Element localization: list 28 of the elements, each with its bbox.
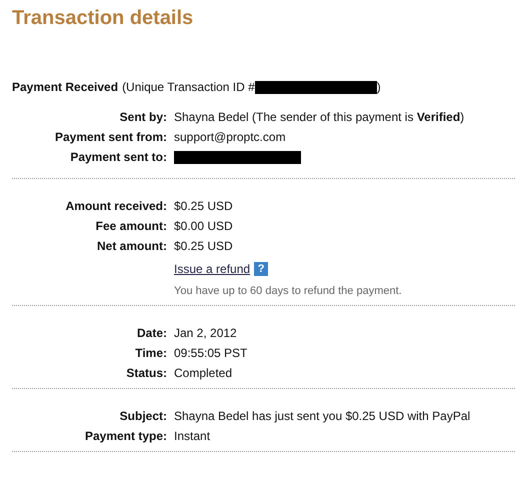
- field-value: Instant: [174, 429, 210, 443]
- field-value: support@proptc.com: [174, 130, 286, 144]
- field-value: Completed: [174, 366, 232, 380]
- field-label: Amount received:: [64, 199, 168, 213]
- field-value: 09:55:05 PST: [174, 346, 248, 360]
- field-value: Shayna Bedel has just sent you $0.25 USD with PayPal: [174, 409, 470, 423]
- payment-status-label: Payment Received: [12, 80, 118, 94]
- closing-parenthesis: ): [376, 80, 381, 94]
- refund-note: You have up to 60 days to refund the payment.: [174, 285, 403, 297]
- field-label: Net amount:: [96, 239, 168, 253]
- field-label: Subject:: [118, 409, 168, 423]
- help-icon[interactable]: ?: [254, 262, 268, 276]
- field-label: Payment type:: [84, 429, 168, 443]
- field-value: $0.25 USD: [174, 239, 233, 253]
- field-label: Payment sent from:: [54, 130, 168, 144]
- field-value: $0.25 USD: [174, 199, 233, 213]
- field-value: Jan 2, 2012: [174, 326, 237, 340]
- field-label: Payment sent to:: [69, 150, 168, 164]
- page-title: Transaction details: [12, 6, 194, 30]
- field-label: Date:: [136, 326, 168, 340]
- field-label: Status:: [125, 366, 168, 380]
- refund-link[interactable]: Issue a refund: [174, 262, 250, 276]
- field-label: Time:: [134, 346, 168, 360]
- field-label: Sent by:: [118, 110, 168, 124]
- field-value: $0.00 USD: [174, 219, 233, 233]
- field-label: Fee amount:: [94, 219, 168, 233]
- transaction-id-label: (Unique Transaction ID #: [122, 80, 255, 94]
- field-value: Shayna Bedel (The sender of this payment is Verified): [174, 110, 464, 124]
